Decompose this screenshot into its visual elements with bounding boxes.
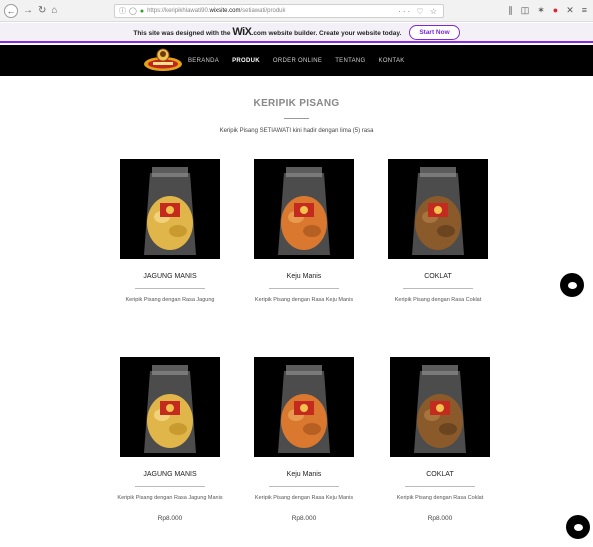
title-divider <box>284 118 309 119</box>
product-name[interactable]: COKLAT <box>375 471 505 478</box>
sidebar-icon[interactable]: ◫ <box>521 5 530 16</box>
main-nav: BERANDA PRODUK ORDER ONLINE TENTANG KONT… <box>188 45 405 76</box>
product-name[interactable]: JAGUNG MANIS <box>105 471 235 478</box>
adblock-icon[interactable]: ● <box>553 5 558 16</box>
product-card[interactable]: Keju Manis Keripik Pisang dengan Rasa Ke… <box>239 357 369 522</box>
reload-icon[interactable]: ↻ <box>38 5 46 16</box>
home-icon[interactable]: ⌂ <box>51 5 57 16</box>
start-now-button[interactable]: Start Now <box>409 24 460 40</box>
product-image[interactable] <box>390 357 490 457</box>
extension-icon[interactable]: ✶ <box>537 5 545 16</box>
product-description: Keripik Pisang dengan Rasa Jagung <box>125 297 215 303</box>
chat-button[interactable] <box>566 515 590 539</box>
page-title: KERIPIK PISANG <box>253 98 340 109</box>
product-image[interactable] <box>254 357 354 457</box>
product-divider <box>403 288 473 289</box>
close-icon[interactable]: ✕ <box>566 5 574 16</box>
nav-item-tentang[interactable]: TENTANG <box>335 58 365 64</box>
nav-item-produk[interactable]: PRODUK <box>232 58 260 64</box>
product-name[interactable]: JAGUNG MANIS <box>105 273 235 280</box>
forward-icon[interactable]: → <box>23 5 33 16</box>
url-text[interactable]: https://keripikhlawati90.wixsite.com/set… <box>147 8 285 14</box>
product-card[interactable]: JAGUNG MANIS Keripik Pisang dengan Rasa … <box>105 159 235 305</box>
product-description: Keripik Pisang dengan Rasa Jagung Manis <box>117 495 223 501</box>
nav-item-kontak[interactable]: KONTAK <box>379 58 405 64</box>
product-card[interactable]: Keju Manis Keripik Pisang dengan Rasa Ke… <box>239 159 369 305</box>
product-image[interactable] <box>254 159 354 259</box>
product-price: Rp8.000 <box>427 515 453 522</box>
product-card[interactable]: JAGUNG MANIS Keripik Pisang dengan Rasa … <box>105 357 235 522</box>
address-bar[interactable]: ⓘ ◯ ● https://keripikhlawati90.wixsite.c… <box>114 4 444 18</box>
nav-item-beranda[interactable]: BERANDA <box>188 58 219 64</box>
lock-icon: ● <box>139 7 145 15</box>
product-divider <box>405 486 475 487</box>
browser-extension-icons: ∥ ◫ ✶ ● ✕ ≡ <box>508 5 587 16</box>
product-image[interactable] <box>388 159 488 259</box>
back-icon[interactable]: ← <box>4 3 18 18</box>
browser-nav-buttons: ← → ↻ ⌂ <box>0 3 110 18</box>
product-card[interactable]: COKLAT Keripik Pisang dengan Rasa Coklat… <box>375 357 505 522</box>
shield-icon[interactable]: ◯ <box>129 7 137 15</box>
product-price: Rp8.000 <box>291 515 317 522</box>
product-divider <box>269 486 339 487</box>
product-description: Keripik Pisang dengan Rasa Coklat <box>396 495 484 501</box>
page-subtitle: Keripik Pisang SETIAWATI kini hadir deng… <box>219 128 374 134</box>
site-header: BERANDA PRODUK ORDER ONLINE TENTANG KONT… <box>0 45 593 76</box>
site-logo[interactable] <box>143 48 183 74</box>
product-name[interactable]: Keju Manis <box>239 471 369 478</box>
chat-icon <box>567 281 577 289</box>
product-image[interactable] <box>120 357 220 457</box>
product-name[interactable]: COKLAT <box>373 273 503 280</box>
wix-banner-text: This site was designed with the WiX.com … <box>133 26 402 38</box>
nav-item-order-online[interactable]: ORDER ONLINE <box>273 58 322 64</box>
browser-toolbar: ← → ↻ ⌂ ⓘ ◯ ● https://keripikhlawati90.w… <box>0 0 593 22</box>
product-price: Rp8.000 <box>157 515 183 522</box>
product-description: Keripik Pisang dengan Rasa Coklat <box>394 297 482 303</box>
product-description: Keripik Pisang dengan Rasa Keju Manis <box>254 495 354 501</box>
product-divider <box>135 486 205 487</box>
product-name[interactable]: Keju Manis <box>239 273 369 280</box>
page-actions-icon[interactable]: ··· ♡ ☆ <box>398 7 439 16</box>
library-icon[interactable]: ∥ <box>508 5 513 16</box>
product-card[interactable]: COKLAT Keripik Pisang dengan Rasa Coklat <box>373 159 503 305</box>
product-divider <box>269 288 339 289</box>
info-icon[interactable]: ⓘ <box>119 6 126 16</box>
chat-icon <box>573 523 583 531</box>
menu-icon[interactable]: ≡ <box>582 5 587 16</box>
product-image[interactable] <box>120 159 220 259</box>
wix-promo-banner: This site was designed with the WiX.com … <box>0 23 593 43</box>
wix-logo: WiX <box>232 26 252 38</box>
product-divider <box>135 288 205 289</box>
product-description: Keripik Pisang dengan Rasa Keju Manis <box>254 297 354 303</box>
chat-button[interactable] <box>560 273 584 297</box>
